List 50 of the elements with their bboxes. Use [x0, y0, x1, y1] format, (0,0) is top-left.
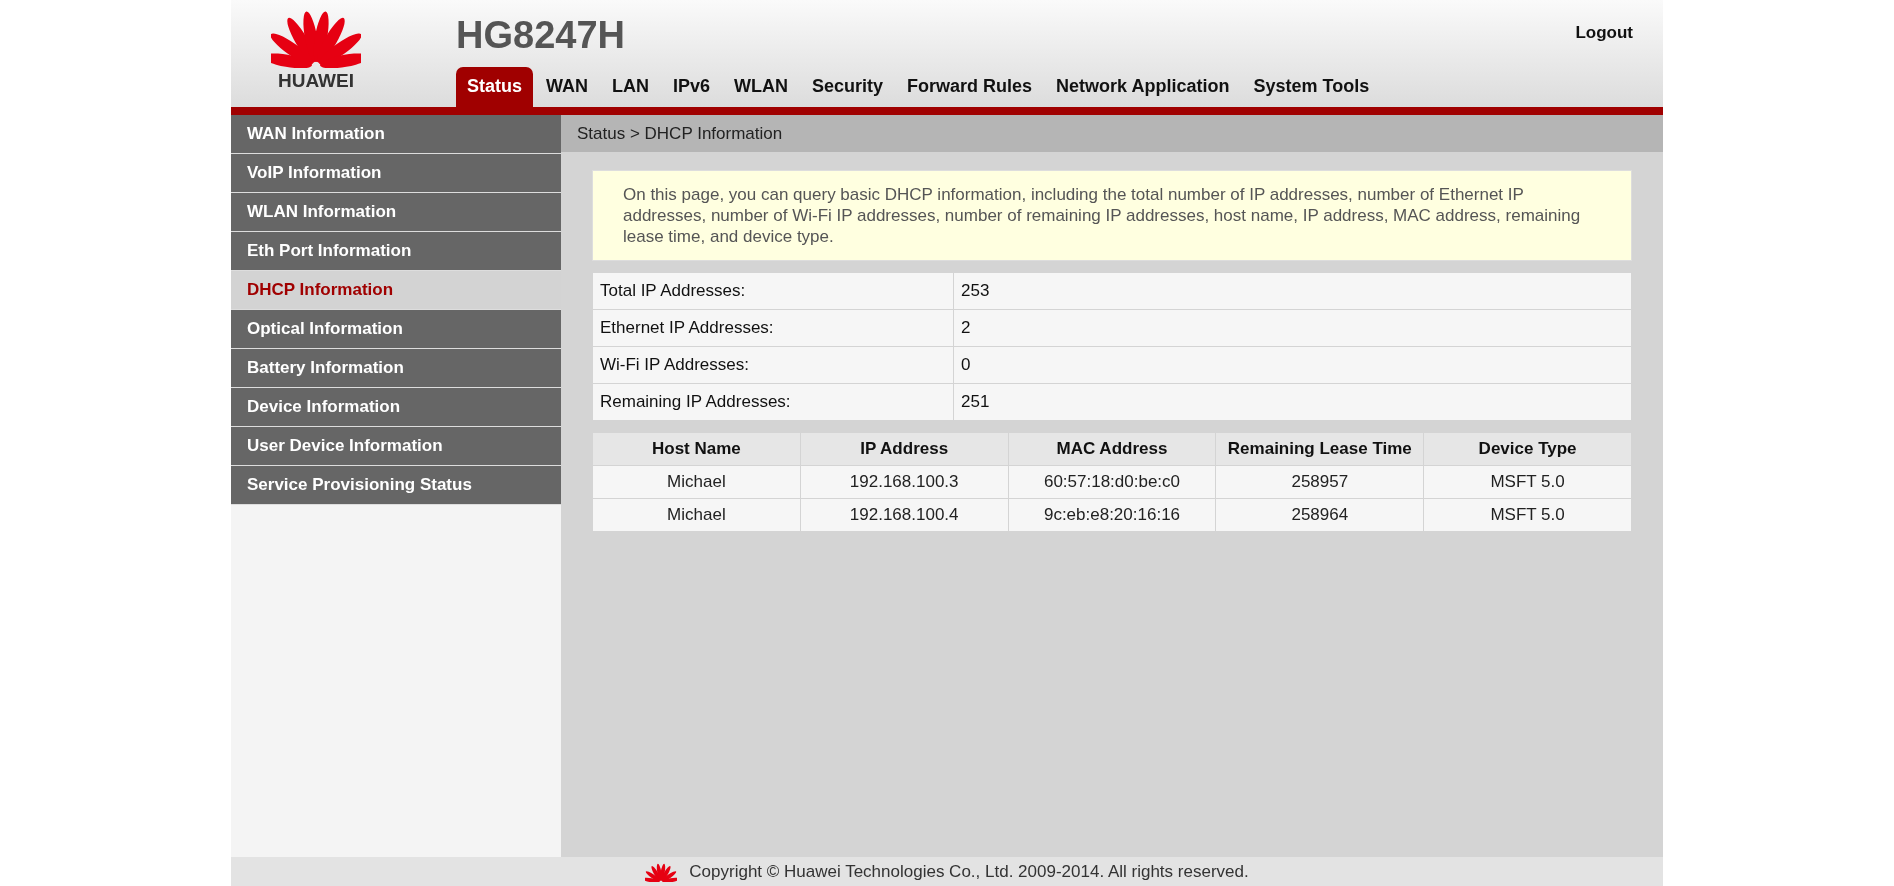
column-header: Device Type [1423, 432, 1632, 466]
sidebar-item[interactable]: Optical Information [231, 310, 561, 349]
table-cell: 192.168.100.4 [800, 498, 1009, 532]
field-label: Wi-Fi IP Addresses: [592, 346, 954, 384]
nav-tab[interactable]: Status [456, 67, 533, 107]
field-label: Ethernet IP Addresses: [592, 309, 954, 347]
sidebar-item[interactable]: User Device Information [231, 427, 561, 466]
table-cell: MSFT 5.0 [1423, 465, 1632, 499]
logout-link[interactable]: Logout [1575, 23, 1633, 43]
info-text: On this page, you can query basic DHCP information, including the total number of IP addresses, number of Ethernet IP addresses, number of Wi-Fi IP addresses, number of remaining IP addresses, host name, IP address, MAC address, remaining lease time, and device type. [592, 170, 1632, 261]
sidebar-item[interactable]: Battery Information [231, 349, 561, 388]
logo-text: HUAWEI [278, 70, 354, 92]
table-cell: 9c:eb:e8:20:16:16 [1008, 498, 1216, 532]
column-header: Host Name [592, 432, 801, 466]
sidebar-item[interactable]: Service Provisioning Status [231, 466, 561, 505]
sidebar-item[interactable]: VoIP Information [231, 154, 561, 193]
model-title: HG8247H [456, 14, 625, 58]
nav-tab[interactable]: Network Application [1045, 67, 1241, 107]
field-label: Total IP Addresses: [592, 272, 954, 310]
table-cell: MSFT 5.0 [1423, 498, 1632, 532]
copyright-text: Copyright © Huawei Technologies Co., Ltd. 2009-2014. All rights reserved. [689, 861, 1249, 882]
table-cell: Michael [592, 498, 801, 532]
table-cell: Michael [592, 465, 801, 499]
table-cell: 60:57:18:d0:be:c0 [1008, 465, 1216, 499]
nav-tab[interactable]: System Tools [1242, 67, 1381, 107]
nav-tab[interactable]: WAN [535, 67, 599, 107]
sidebar-item[interactable]: WLAN Information [231, 193, 561, 232]
nav-tab[interactable]: LAN [601, 67, 660, 107]
field-value: 2 [953, 309, 1632, 347]
field-value: 253 [953, 272, 1632, 310]
column-header: MAC Address [1008, 432, 1216, 466]
huawei-logo-icon [271, 8, 361, 68]
field-label: Remaining IP Addresses: [592, 383, 954, 421]
nav-tab[interactable]: WLAN [723, 67, 800, 107]
table-cell: 258957 [1215, 465, 1424, 499]
sidebar-item[interactable]: WAN Information [231, 115, 561, 154]
sidebar-item[interactable]: Device Information [231, 388, 561, 427]
column-header: Remaining Lease Time [1215, 432, 1424, 466]
field-value: 251 [953, 383, 1632, 421]
field-value: 0 [953, 346, 1632, 384]
huawei-logo-icon [645, 861, 678, 882]
column-header: IP Address [800, 432, 1009, 466]
sidebar-item[interactable]: Eth Port Information [231, 232, 561, 271]
nav-tab[interactable]: Forward Rules [896, 67, 1044, 107]
breadcrumb: Status > DHCP Information [561, 115, 1663, 152]
nav-tab[interactable]: IPv6 [662, 67, 722, 107]
table-cell: 192.168.100.3 [800, 465, 1009, 499]
table-cell: 258964 [1215, 498, 1424, 532]
nav-tab[interactable]: Security [801, 67, 895, 107]
sidebar-item[interactable]: DHCP Information [231, 271, 561, 310]
